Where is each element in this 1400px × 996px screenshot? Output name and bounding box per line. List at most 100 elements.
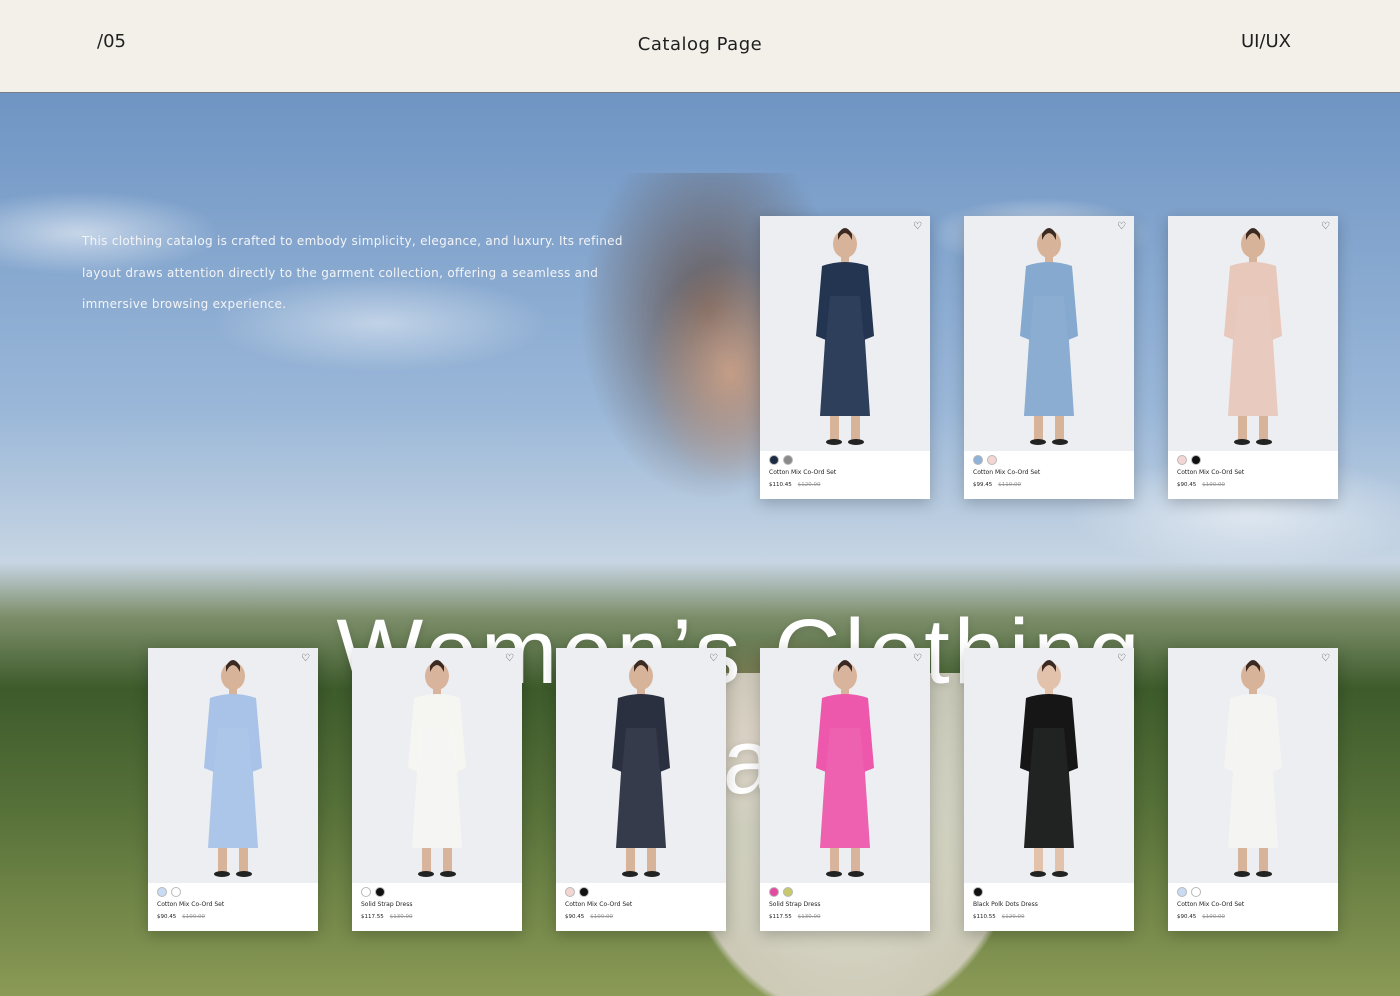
color-swatch[interactable] [361,887,371,897]
current-price: $117.55 [769,914,792,920]
model-figure [816,228,874,445]
top-header: /05 Catalog Page UI/UX [0,0,1400,93]
product-card[interactable]: ♡ Cotton Mix Co-Ord Set $90.45 $100.00 [148,648,318,931]
color-options [361,887,385,897]
heart-icon[interactable]: ♡ [301,653,310,665]
color-swatch[interactable] [1177,455,1187,465]
original-price: $100.00 [1202,482,1225,488]
heart-icon[interactable]: ♡ [913,653,922,665]
color-options [769,887,793,897]
color-options [1177,887,1201,897]
product-name[interactable]: Black Polk Dots Dress [973,901,1038,908]
original-price: $130.00 [797,914,821,920]
color-swatch[interactable] [1177,887,1187,897]
color-swatch[interactable] [565,887,575,897]
product-name[interactable]: Cotton Mix Co-Ord Set [973,469,1040,476]
model-figure [408,660,466,877]
product-card[interactable]: ♡ Cotton Mix Co-Ord Set $90.45 $100.00 [1168,648,1338,931]
product-card[interactable]: ♡ Black Polk Dots Dress $110.55 $120.00 [964,648,1134,931]
product-price: $90.45 $100.00 [1177,482,1225,488]
product-image[interactable] [1168,216,1338,451]
color-swatch[interactable] [157,887,167,897]
current-price: $90.45 [1177,482,1197,488]
color-swatch[interactable] [973,455,983,465]
current-price: $90.45 [1177,914,1197,920]
color-swatch[interactable] [1191,455,1201,465]
color-swatch[interactable] [171,887,181,897]
page-title: Catalog Page [637,34,763,55]
color-swatch[interactable] [375,887,385,897]
heart-icon[interactable]: ♡ [1117,221,1126,233]
product-card[interactable]: ♡ Cotton Mix Co-Ord Set $90.45 $100.00 [1168,216,1338,499]
model-figure [816,660,874,877]
catalog-description: This clothing catalog is crafted to embo… [82,234,623,311]
heart-icon[interactable]: ♡ [709,653,718,665]
product-card[interactable]: ♡ Cotton Mix Co-Ord Set $90.45 $100.00 [556,648,726,931]
product-card[interactable]: ♡ Solid Strap Dress $117.55 $130.00 [352,648,522,931]
product-card[interactable]: ♡ Solid Strap Dress $117.55 $130.00 [760,648,930,931]
original-price: $120.00 [1001,914,1025,920]
heart-icon[interactable]: ♡ [1117,653,1126,665]
product-image[interactable] [352,648,522,883]
model-figure [1020,228,1078,445]
current-price: $99.45 [973,482,993,488]
current-price: $90.45 [157,914,177,920]
color-swatch[interactable] [783,887,793,897]
product-image[interactable] [556,648,726,883]
current-price: $117.55 [361,914,384,920]
color-options [157,887,181,897]
product-card[interactable]: ♡ Cotton Mix Co-Ord Set $99.45 $110.00 [964,216,1134,499]
model-figure [1224,228,1282,445]
heart-icon[interactable]: ♡ [1321,221,1330,233]
product-price: $90.45 $100.00 [1177,914,1225,920]
product-name[interactable]: Solid Strap Dress [361,901,412,908]
product-name[interactable]: Cotton Mix Co-Ord Set [769,469,836,476]
product-name[interactable]: Cotton Mix Co-Ord Set [1177,901,1244,908]
color-swatch[interactable] [579,887,589,897]
product-card[interactable]: ♡ Cotton Mix Co-Ord Set $110.45 $120.00 [760,216,930,499]
color-swatch[interactable] [769,455,779,465]
product-price: $110.55 $120.00 [973,914,1025,920]
heart-icon[interactable]: ♡ [505,653,514,665]
product-price: $117.55 $130.00 [769,914,821,920]
color-swatch[interactable] [973,887,983,897]
product-image[interactable] [760,648,930,883]
product-image[interactable] [148,648,318,883]
product-name[interactable]: Solid Strap Dress [769,901,820,908]
color-options [1177,455,1201,465]
product-image[interactable] [1168,648,1338,883]
model-figure [612,660,670,877]
color-swatch[interactable] [987,455,997,465]
model-figure [1224,660,1282,877]
color-options [769,455,793,465]
color-options [565,887,589,897]
category-tag: UI/UX [1240,31,1291,52]
catalog-headline: Women’s Clothing Catalog [336,601,1144,813]
original-price: $100.00 [182,914,205,920]
current-price: $110.45 [769,482,792,488]
color-swatch[interactable] [769,887,779,897]
current-price: $90.45 [565,914,585,920]
current-price: $110.55 [973,914,996,920]
heart-icon[interactable]: ♡ [913,221,922,233]
original-price: $110.00 [998,482,1021,488]
product-price: $99.45 $110.00 [973,482,1021,488]
original-price: $120.00 [797,482,821,488]
original-price: $130.00 [389,914,413,920]
product-price: $117.55 $130.00 [361,914,413,920]
color-swatch[interactable] [1191,887,1201,897]
product-name[interactable]: Cotton Mix Co-Ord Set [565,901,632,908]
color-swatch[interactable] [783,455,793,465]
product-image[interactable] [964,648,1134,883]
product-price: $90.45 $100.00 [157,914,205,920]
product-image[interactable] [964,216,1134,451]
color-options [973,887,983,897]
model-figure [204,660,262,877]
product-price: $110.45 $120.00 [769,482,821,488]
heart-icon[interactable]: ♡ [1321,653,1330,665]
product-name[interactable]: Cotton Mix Co-Ord Set [1177,469,1244,476]
product-image[interactable] [760,216,930,451]
original-price: $100.00 [1202,914,1225,920]
original-price: $100.00 [590,914,613,920]
product-name[interactable]: Cotton Mix Co-Ord Set [157,901,224,908]
